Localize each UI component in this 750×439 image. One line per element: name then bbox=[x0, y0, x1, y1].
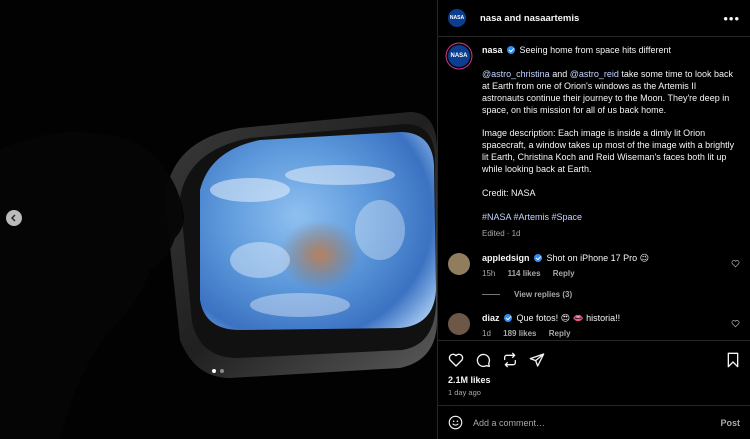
post-time: 1 day ago bbox=[448, 388, 481, 397]
chevron-left-icon bbox=[11, 214, 16, 222]
post-media[interactable] bbox=[0, 0, 437, 439]
comment-time: 1d bbox=[482, 329, 491, 338]
repost-icon[interactable] bbox=[502, 352, 518, 368]
carousel-dot[interactable] bbox=[220, 369, 224, 373]
avatar[interactable]: NASA bbox=[448, 45, 470, 67]
carousel-dot[interactable] bbox=[212, 369, 216, 373]
edited-label: Edited bbox=[482, 228, 505, 238]
view-replies-label: View replies (3) bbox=[514, 290, 573, 300]
like-comment-heart-icon[interactable] bbox=[731, 319, 740, 328]
avatar[interactable]: NASA bbox=[448, 9, 466, 27]
view-replies-button[interactable]: View replies (3) bbox=[482, 290, 740, 299]
comment-username[interactable]: appledsign bbox=[482, 253, 530, 263]
emoji-icon[interactable] bbox=[448, 415, 463, 430]
comment: appledsign Shot on iPhone 17 Pro 😉 15h 1… bbox=[448, 253, 740, 278]
comment-bubble-icon[interactable] bbox=[475, 352, 491, 368]
comment-time: 15h bbox=[482, 269, 496, 279]
comment: diaz Que fotos! 😍 👄 historia!! 1d 189 li… bbox=[448, 313, 740, 338]
comments-section[interactable]: NASA nasa Seeing home from space hits di… bbox=[438, 37, 750, 338]
mention-link[interactable]: @astro_reid bbox=[570, 69, 619, 79]
caption-username[interactable]: nasa bbox=[482, 45, 503, 55]
post-header: NASA nasa and nasaartemis ••• bbox=[438, 0, 750, 37]
hashtags[interactable]: #NASA #Artemis #Space bbox=[482, 212, 740, 224]
like-count[interactable]: 2.1M likes bbox=[448, 375, 740, 385]
comment-likes[interactable]: 114 likes bbox=[508, 269, 541, 278]
view-replies-line bbox=[482, 294, 500, 296]
more-options-icon[interactable]: ••• bbox=[723, 11, 740, 26]
carousel-dots bbox=[212, 369, 224, 373]
post-comment-button[interactable]: Post bbox=[720, 418, 740, 428]
avatar[interactable] bbox=[448, 313, 470, 336]
comment-text: Shot on iPhone 17 Pro 😉 bbox=[546, 253, 649, 264]
reply-button[interactable]: Reply bbox=[549, 329, 571, 338]
share-paper-plane-icon[interactable] bbox=[529, 352, 545, 368]
add-comment-bar: Post bbox=[438, 405, 750, 439]
caption-headline: Seeing home from space hits different bbox=[519, 45, 671, 55]
post-authors[interactable]: nasa and nasaartemis bbox=[480, 13, 579, 24]
post-side-panel: NASA nasa and nasaartemis ••• NASA nasa … bbox=[437, 0, 750, 439]
comment-username[interactable]: diaz bbox=[482, 313, 500, 323]
save-bookmark-icon[interactable] bbox=[726, 352, 740, 368]
comment-text: Que fotos! 😍 👄 historia!! bbox=[516, 313, 621, 324]
avatar[interactable] bbox=[448, 253, 470, 276]
caption-description: Image description: Each image is inside … bbox=[482, 128, 735, 174]
earth-window-photo bbox=[0, 0, 437, 439]
like-heart-icon[interactable] bbox=[448, 352, 464, 368]
previous-image-button[interactable] bbox=[6, 210, 22, 226]
comment-input[interactable] bbox=[473, 417, 721, 428]
like-comment-heart-icon[interactable] bbox=[731, 259, 740, 268]
caption-time: 1d bbox=[511, 228, 521, 238]
caption-and: and bbox=[552, 68, 568, 79]
post-actions: 2.1M likes 1 day ago bbox=[438, 340, 750, 397]
verified-badge-icon bbox=[534, 254, 543, 263]
verified-badge-icon bbox=[507, 46, 516, 54]
caption: NASA nasa Seeing home from space hits di… bbox=[448, 45, 740, 239]
mention-link[interactable]: @astro_christina bbox=[482, 69, 550, 79]
caption-credit: Credit: NASA bbox=[482, 187, 536, 198]
comment-likes[interactable]: 189 likes bbox=[503, 329, 536, 338]
verified-badge-icon bbox=[504, 314, 513, 323]
reply-button[interactable]: Reply bbox=[553, 269, 575, 278]
